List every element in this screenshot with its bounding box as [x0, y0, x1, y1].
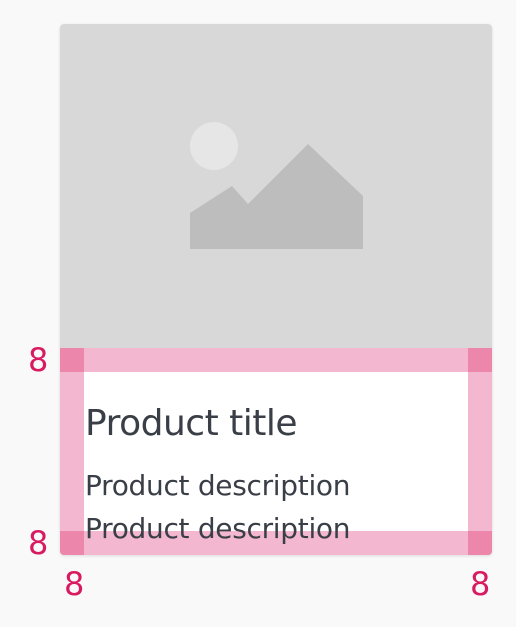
padding-corner-top-left	[60, 348, 84, 372]
spacing-label-right: 8	[470, 565, 491, 603]
padding-right-highlight	[468, 348, 492, 555]
padding-corner-top-right	[468, 348, 492, 372]
spacing-label-top: 8	[28, 341, 49, 379]
spacing-label-bottom: 8	[28, 524, 49, 562]
product-description-line-1: Product description	[85, 469, 351, 502]
padding-corner-bottom-left	[60, 531, 84, 555]
product-title: Product title	[85, 403, 298, 444]
product-card: Product title Product description Produc…	[60, 24, 492, 555]
padding-corner-bottom-right	[468, 531, 492, 555]
padding-left-highlight	[60, 348, 84, 555]
product-description-line-2: Product description	[85, 512, 351, 545]
card-media	[60, 24, 492, 348]
spacing-label-left: 8	[64, 565, 85, 603]
padding-top-highlight	[60, 348, 492, 372]
image-placeholder-icon	[190, 122, 363, 249]
card-content: Product title Product description Produc…	[60, 348, 492, 555]
